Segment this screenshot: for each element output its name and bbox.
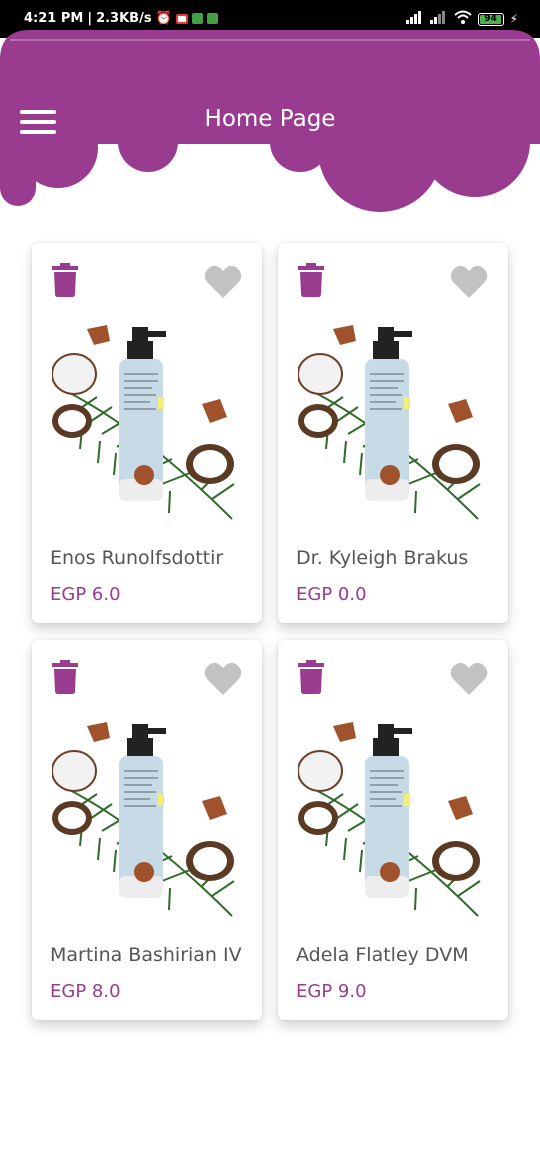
notification-icon [191,13,203,24]
product-price: EGP 9.0 [296,981,367,1002]
wifi-icon [453,10,472,28]
trash-icon [298,660,324,694]
heart-icon [450,662,488,695]
trash-icon [52,263,78,297]
product-image[interactable] [297,716,488,926]
delete-button[interactable] [52,263,78,299]
status-time: 4:21 PM [24,11,84,26]
battery-icon: 94 [477,12,504,26]
product-card[interactable]: Dr. Kyleigh Brakus EGP 0.0 [278,243,508,623]
favorite-button[interactable] [450,662,488,696]
product-card[interactable]: Martina Bashirian IV EGP 8.0 [32,640,262,1020]
heart-icon [204,662,242,695]
product-price: EGP 8.0 [50,981,121,1002]
signal-icon [429,10,448,28]
signal-icon [405,10,424,28]
favorite-button[interactable] [450,265,488,299]
product-card[interactable]: Enos Runolfsdottir EGP 6.0 [32,243,262,623]
product-grid: Enos Runolfsdottir EGP 6.0 Dr. Kyleigh B… [32,243,508,1020]
delete-button[interactable] [298,263,324,299]
product-price: EGP 6.0 [50,584,121,605]
status-divider: | [87,11,93,26]
product-name: Martina Bashirian IV [50,944,242,966]
favorite-button[interactable] [204,265,242,299]
product-image[interactable] [297,319,488,529]
trash-icon [298,263,324,297]
product-name: Dr. Kyleigh Brakus [296,547,469,569]
product-card[interactable]: Adela Flatley DVM EGP 9.0 [278,640,508,1020]
favorite-button[interactable] [204,662,242,696]
network-speed: 2.3KB/s [96,11,152,26]
gmail-icon [175,13,188,24]
notification-icon [206,13,218,24]
delete-button[interactable] [298,660,324,696]
product-price: EGP 0.0 [296,584,367,605]
page-title: Home Page [204,106,336,132]
product-name: Adela Flatley DVM [296,944,469,966]
delete-button[interactable] [52,660,78,696]
charging-icon: ⚡ [509,12,518,26]
product-image[interactable] [51,716,242,926]
heart-icon [450,265,488,298]
status-right: 94 ⚡ [405,10,518,28]
trash-icon [52,660,78,694]
battery-level: 94 [484,14,497,24]
product-image[interactable] [51,319,242,529]
product-name: Enos Runolfsdottir [50,547,224,569]
heart-icon [204,265,242,298]
status-left: 4:21 PM | 2.3KB/s ⏰ [24,11,218,26]
alarm-icon: ⏰ [155,11,172,26]
